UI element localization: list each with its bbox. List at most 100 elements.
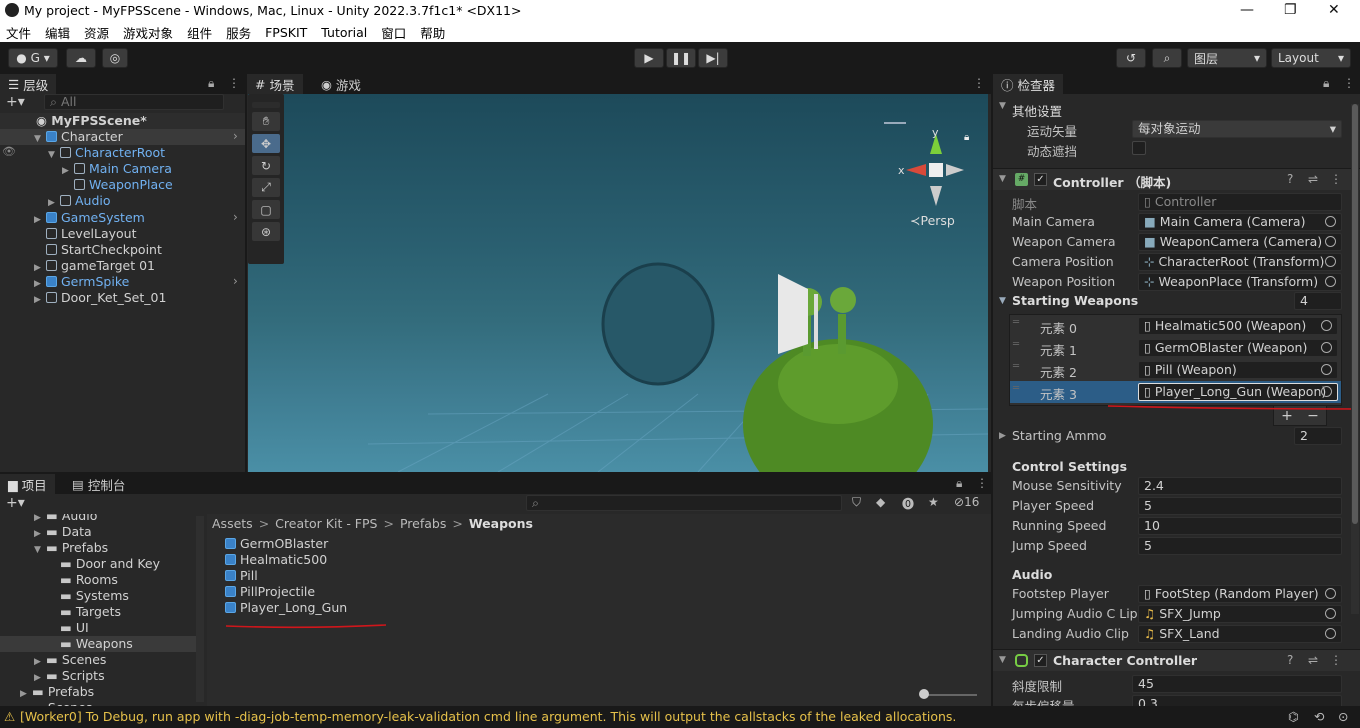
- chevron-right-icon[interactable]: ›: [233, 274, 238, 288]
- asset-item[interactable]: Player_Long_Gun: [225, 600, 347, 616]
- perspective-label[interactable]: ≺Persp: [910, 213, 955, 228]
- enabled-checkbox[interactable]: ✓: [1034, 173, 1047, 186]
- move-tool[interactable]: ✥: [252, 134, 280, 153]
- asset-item[interactable]: Pill: [225, 568, 258, 584]
- scene-root[interactable]: ◉ MyFPSScene*: [0, 113, 245, 129]
- hierarchy-item[interactable]: ▶ Door_Ket_Set_01: [0, 290, 245, 306]
- expand-arrow-icon[interactable]: ▼: [48, 150, 60, 160]
- expand-arrow-icon[interactable]: ▶: [34, 295, 46, 305]
- progress-icon[interactable]: ⟲: [1314, 709, 1324, 724]
- menu-item[interactable]: 资源: [84, 23, 109, 42]
- object-picker-icon[interactable]: [1325, 236, 1336, 247]
- breadcrumb-item[interactable]: Assets: [212, 516, 253, 531]
- object-picker-icon[interactable]: [1325, 256, 1336, 267]
- foldout-arrow-icon[interactable]: ▼: [999, 296, 1006, 306]
- play-button[interactable]: ▶: [634, 48, 664, 68]
- object-field[interactable]: ■ Main Camera (Camera): [1138, 213, 1342, 231]
- object-field[interactable]: ♫ SFX_Jump: [1138, 605, 1342, 623]
- hierarchy-item[interactable]: ▶ gameTarget 01: [0, 258, 245, 274]
- folder-item[interactable]: ▼ ▬ Prefabs: [0, 540, 196, 556]
- debug-icon[interactable]: ⌬: [1288, 709, 1299, 724]
- folder-item[interactable]: ▶▬Scenes: [0, 652, 196, 668]
- menu-item[interactable]: 文件: [6, 23, 31, 42]
- tab-project[interactable]: ▆ 项目: [0, 474, 55, 494]
- more-icon[interactable]: ⋮: [1343, 76, 1355, 90]
- zoom-slider[interactable]: [921, 694, 977, 696]
- hand-tool[interactable]: ✋︎: [252, 112, 280, 131]
- help-icon[interactable]: ?: [1287, 653, 1293, 667]
- asset-item[interactable]: Healmatic500: [225, 552, 327, 568]
- expand-arrow-icon[interactable]: ▶: [62, 166, 74, 176]
- help-icon[interactable]: ?: [1287, 172, 1293, 186]
- zoom-slider-thumb[interactable]: [919, 689, 929, 699]
- chevron-right-icon[interactable]: ›: [233, 210, 238, 224]
- other-settings-header[interactable]: 其他设置: [1012, 101, 1062, 120]
- number-field[interactable]: 0.3: [1132, 695, 1342, 706]
- history-button[interactable]: ↺: [1116, 48, 1146, 68]
- add-button[interactable]: +▾: [6, 94, 25, 110]
- preset-icon[interactable]: ⇌: [1308, 172, 1318, 186]
- object-picker-icon[interactable]: [1321, 320, 1332, 331]
- warning-icon[interactable]: ⓿: [902, 495, 914, 512]
- tab-hierarchy[interactable]: ☰ 层级: [0, 74, 57, 94]
- menu-item[interactable]: Tutorial: [321, 25, 367, 40]
- toolbar-handle[interactable]: [252, 102, 280, 108]
- more-icon[interactable]: ⋮: [228, 76, 240, 90]
- account-button[interactable]: ● G ▾: [8, 48, 58, 68]
- preset-icon[interactable]: ⇌: [1308, 653, 1318, 667]
- lock-icon[interactable]: 🔒︎: [208, 76, 214, 91]
- folder-item[interactable]: ▬ Weapons: [0, 636, 196, 652]
- label-icon[interactable]: ◆: [876, 495, 885, 509]
- hierarchy-item[interactable]: ▼ CharacterRoot: [0, 145, 245, 161]
- scale-tool[interactable]: ⤢: [252, 178, 280, 197]
- controller-component-header[interactable]: ▼ # ✓ Controller （脚本) ? ⇌ ⋮: [993, 168, 1360, 190]
- pause-button[interactable]: ❚❚: [666, 48, 696, 68]
- expand-arrow-icon[interactable]: ▶: [48, 198, 60, 208]
- drag-handle-icon[interactable]: ═: [1013, 361, 1019, 372]
- more-icon[interactable]: ⋮: [973, 76, 985, 90]
- menu-item[interactable]: 窗口: [381, 23, 406, 42]
- starting-weapons-label[interactable]: Starting Weapons: [1012, 293, 1138, 308]
- hierarchy-item[interactable]: WeaponPlace: [0, 177, 245, 193]
- foldout-arrow-icon[interactable]: ▶: [999, 431, 1006, 441]
- tab-game[interactable]: ◉ 游戏: [313, 74, 369, 94]
- lock-icon[interactable]: 🔒︎: [964, 132, 969, 143]
- folder-item[interactable]: ▬ Systems: [0, 588, 196, 604]
- rotate-tool[interactable]: ↻: [252, 156, 280, 175]
- gizmo-handle[interactable]: [884, 122, 906, 124]
- object-picker-icon[interactable]: [1325, 216, 1336, 227]
- menu-item[interactable]: 游戏对象: [123, 23, 173, 42]
- more-icon[interactable]: ⋮: [1330, 172, 1342, 186]
- folder-item[interactable]: ▬ Targets: [0, 604, 196, 620]
- menu-item[interactable]: 编辑: [45, 23, 70, 42]
- tree-scrollbar[interactable]: [196, 516, 204, 702]
- rect-tool[interactable]: ▢: [252, 200, 280, 219]
- expand-arrow-icon[interactable]: ▶: [34, 657, 46, 667]
- maximize-icon[interactable]: ❐: [1284, 2, 1297, 18]
- tab-console[interactable]: ▤ 控制台: [64, 474, 133, 494]
- layers-dropdown[interactable]: 图层 ▾: [1187, 48, 1267, 68]
- menu-item[interactable]: 服务: [226, 23, 251, 42]
- folder-item[interactable]: ▶ ▬ Data: [0, 524, 196, 540]
- hierarchy-item[interactable]: LevelLayout: [0, 226, 245, 242]
- number-field[interactable]: 5: [1138, 537, 1342, 555]
- asset-item[interactable]: PillProjectile: [225, 584, 315, 600]
- object-field[interactable]: ⊹ WeaponPlace (Transform): [1138, 273, 1342, 291]
- expand-arrow-icon[interactable]: ▼: [34, 545, 46, 555]
- folder-item[interactable]: ▬ Rooms: [0, 572, 196, 588]
- hidden-packages-button[interactable]: ⊘16: [954, 495, 979, 509]
- ui-icon[interactable]: ⊙: [1338, 709, 1348, 724]
- chevron-right-icon[interactable]: ›: [233, 129, 238, 143]
- object-picker-icon[interactable]: [1321, 342, 1332, 353]
- status-message[interactable]: [Worker0] To Debug, run app with -diag-j…: [20, 709, 956, 724]
- weapon-object-field[interactable]: ▯ Player_Long_Gun (Weapon): [1138, 383, 1338, 401]
- collab-button[interactable]: ◎: [102, 48, 128, 68]
- hierarchy-item[interactable]: ▶ Audio: [0, 193, 245, 209]
- folder-item[interactable]: ▬ UI: [0, 620, 196, 636]
- weapon-object-field[interactable]: ▯ Healmatic500 (Weapon): [1138, 317, 1338, 335]
- starting-ammo-label[interactable]: Starting Ammo: [1012, 428, 1106, 443]
- menu-item[interactable]: 组件: [187, 23, 212, 42]
- object-field[interactable]: ■ WeaponCamera (Camera): [1138, 233, 1342, 251]
- more-icon[interactable]: ⋮: [1330, 653, 1342, 667]
- breadcrumb-item[interactable]: Weapons: [469, 516, 533, 531]
